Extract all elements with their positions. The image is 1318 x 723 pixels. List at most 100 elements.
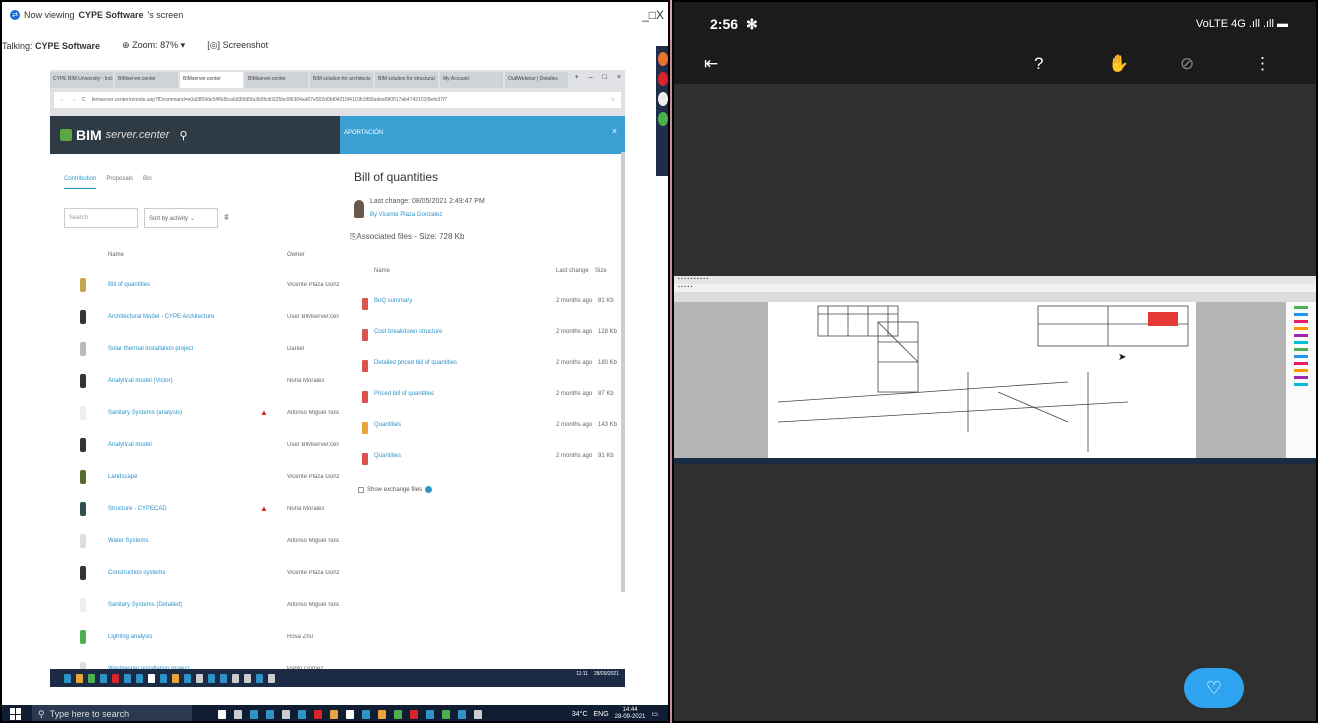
reaction-button[interactable]: ♡ (1184, 668, 1244, 708)
taskbar-app-icon[interactable] (442, 709, 450, 719)
microphone-icon[interactable] (658, 72, 668, 86)
mic-off-icon[interactable]: ⊘ (1180, 54, 1194, 74)
list-item[interactable]: Construction systems Vicente Plaza Gonzal… (50, 560, 340, 592)
list-item[interactable]: Water Systems Alfonso Miguel Solak (50, 528, 340, 560)
tab-contribution[interactable]: Contribution (64, 176, 97, 189)
list-item[interactable]: Analytical model (Victor) Nuria Morales (50, 368, 340, 400)
help-icon[interactable]: ? (1034, 54, 1043, 74)
taskbar-app-icon[interactable] (250, 709, 258, 719)
list-item[interactable]: Landscape Vicente Plaza Gonzalez (50, 464, 340, 496)
item-name[interactable]: Architectural Model - CYPE Architecture (108, 314, 214, 320)
item-name[interactable]: Water Systems (108, 538, 148, 544)
taskbar-app-icon[interactable] (298, 709, 306, 719)
file-row[interactable]: BoQ summary 2 months ago 81 Kb (340, 294, 625, 324)
zoom-button[interactable]: ⊕ Zoom: 87% ▾ (122, 40, 185, 51)
chat-icon[interactable] (658, 92, 668, 106)
browser-tab[interactable]: BIM solution for architects (310, 72, 373, 88)
file-name[interactable]: Quantities (374, 422, 401, 428)
remote-taskbar-app-icon[interactable] (232, 673, 239, 683)
forward-icon[interactable]: → (71, 97, 76, 103)
remote-taskbar-app-icon[interactable] (256, 673, 263, 683)
remote-taskbar-app-icon[interactable] (64, 673, 71, 683)
taskbar-app-icon[interactable] (218, 709, 226, 719)
hand-icon[interactable]: ✋ (1108, 54, 1129, 74)
file-name[interactable]: Quantities (374, 453, 401, 459)
address-bar[interactable]: ← → C bimserver.center/remote.asp?IDcomm… (54, 92, 621, 108)
exit-icon[interactable]: ⇤ (704, 54, 718, 74)
language[interactable]: ENG (594, 711, 609, 718)
list-item[interactable]: Bill of quantities Vicente Plaza Gonzalez (50, 272, 340, 304)
item-name[interactable]: Solar thermal installation project (108, 346, 193, 352)
taskbar-app-icon[interactable] (426, 709, 434, 719)
list-item[interactable]: Architectural Model - CYPE Architecture U… (50, 304, 340, 336)
star-icon[interactable]: ☆ (611, 97, 615, 103)
list-item[interactable]: Structure - CYPECAD ▲ Nuria Morales (50, 496, 340, 528)
file-row[interactable]: Priced bill of quantities 2 months ago 87 … (340, 387, 625, 417)
taskbar-app-icon[interactable] (314, 709, 322, 719)
back-icon[interactable]: ← (60, 97, 65, 103)
list-item[interactable]: Solar thermal installation project Daniel (50, 336, 340, 368)
remote-taskbar-app-icon[interactable] (172, 673, 179, 683)
taskbar-search[interactable]: ⚲ Type here to search (32, 705, 192, 721)
aportacion-close-button[interactable]: × (612, 126, 617, 136)
orange-icon[interactable] (658, 52, 668, 66)
remote-taskbar-app-icon[interactable] (76, 673, 83, 683)
item-name[interactable]: Lighting analysis (108, 634, 152, 640)
remote-taskbar-app-icon[interactable] (196, 673, 203, 683)
session-close-button[interactable]: _□X (642, 8, 664, 22)
item-name[interactable]: Analytical model (Victor) (108, 378, 173, 384)
browser-tab-active[interactable]: BIMserver.center (180, 72, 243, 88)
remote-taskbar-app-icon[interactable] (220, 673, 227, 683)
new-tab-button[interactable]: + (575, 74, 579, 81)
item-name[interactable]: Sanitary Systems (Detailed) (108, 602, 182, 608)
search-input[interactable]: Search (64, 208, 138, 228)
taskbar-app-icon[interactable] (394, 709, 402, 719)
item-name[interactable]: Structure - CYPECAD (108, 506, 167, 512)
list-item[interactable]: Sanitary Systems (Detailed) Alfonso Migue… (50, 592, 340, 624)
file-row[interactable]: Detailed priced bill of quantities 2 mont… (340, 356, 625, 386)
remote-taskbar-app-icon[interactable] (244, 673, 251, 683)
remote-taskbar-app-icon[interactable] (160, 673, 167, 683)
taskbar-app-icon[interactable] (458, 709, 466, 719)
list-item[interactable]: Analytical model User BIMserver.center (50, 432, 340, 464)
taskbar-app-icon[interactable] (378, 709, 386, 719)
exchange-checkbox[interactable] (358, 486, 364, 493)
remote-taskbar-app-icon[interactable] (148, 673, 155, 683)
file-row[interactable]: Cost breakdown structure 2 months ago 128 … (340, 325, 625, 355)
taskbar-app-icon[interactable] (362, 709, 370, 719)
reload-icon[interactable]: C (82, 97, 86, 103)
taskbar-app-icon[interactable] (282, 709, 290, 719)
maximize-button[interactable]: □ (603, 74, 607, 81)
taskbar-app-icon[interactable] (474, 709, 482, 719)
taskbar-app-icon[interactable] (234, 709, 242, 719)
info-icon[interactable] (425, 486, 433, 493)
item-name[interactable]: Landscape (108, 474, 137, 480)
filter-icon[interactable]: ⩩ (224, 208, 229, 228)
list-item[interactable]: Lighting analysis Rosa Zhu (50, 624, 340, 656)
browser-tab[interactable]: BIMserver.center (115, 72, 178, 88)
remote-taskbar-app-icon[interactable] (100, 673, 107, 683)
remote-taskbar-app-icon[interactable] (208, 673, 215, 683)
item-name[interactable]: Construction systems (108, 570, 165, 576)
scrollbar[interactable] (621, 152, 625, 592)
remote-taskbar-app-icon[interactable] (112, 673, 119, 683)
file-row[interactable]: Quantities 2 months ago 91 Kb (340, 449, 625, 479)
file-name[interactable]: BoQ summary (374, 298, 412, 304)
search-icon[interactable]: ⚲ (179, 129, 187, 142)
tab-proposals[interactable]: Proposals (106, 176, 133, 189)
minimize-button[interactable]: – (589, 74, 593, 81)
item-name[interactable]: Analytical model (108, 442, 152, 448)
remote-taskbar-app-icon[interactable] (184, 673, 191, 683)
file-row[interactable]: Quantities 2 months ago 143 Kb (340, 418, 625, 448)
file-name[interactable]: Detailed priced bill of quantities (374, 360, 457, 366)
browser-tab[interactable]: CYPE BIM University - Incl... (50, 72, 113, 88)
taskbar-app-icon[interactable] (330, 709, 338, 719)
remote-taskbar-app-icon[interactable] (124, 673, 131, 683)
windows-start-icon[interactable] (10, 708, 22, 720)
notification-icon[interactable]: ▭ (651, 710, 658, 718)
remote-taskbar-app-icon[interactable] (268, 673, 275, 683)
file-name[interactable]: Cost breakdown structure (374, 329, 442, 335)
browser-tab[interactable]: BIM solution for structural (375, 72, 438, 88)
more-icon[interactable]: ⋮ (1254, 54, 1271, 74)
author-link[interactable]: By Vicente Plaza Gonzalez (370, 212, 442, 218)
